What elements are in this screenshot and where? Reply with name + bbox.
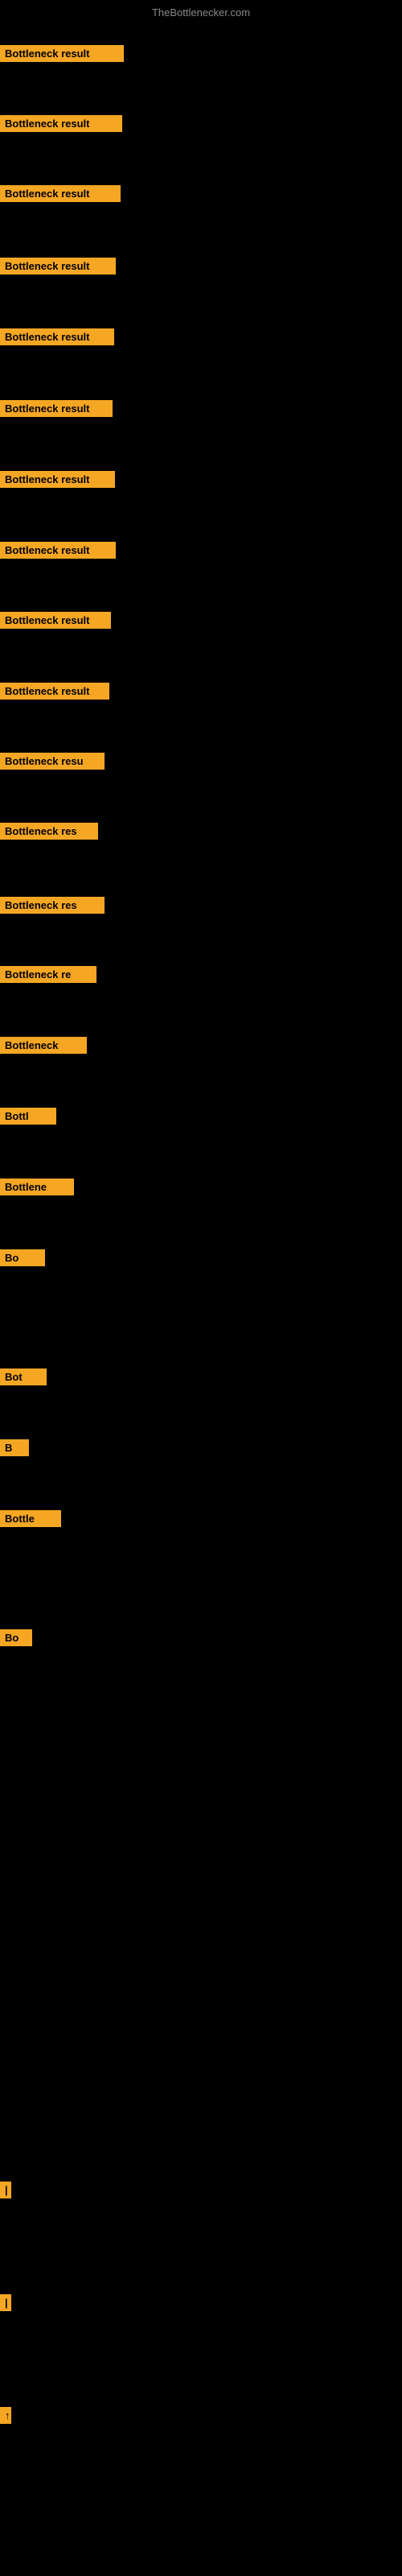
bottleneck-badge-3: Bottleneck result [0,185,121,202]
bottleneck-badge-22: Bo [0,1629,32,1646]
bottleneck-badge-14: Bottleneck re [0,966,96,983]
bottleneck-badge-11: Bottleneck resu [0,753,105,770]
bottleneck-badge-20: B [0,1439,29,1456]
bottleneck-badge-23: | [0,2182,11,2198]
bottleneck-badge-2: Bottleneck result [0,115,122,132]
bottleneck-badge-7: Bottleneck result [0,471,115,488]
bottleneck-badge-8: Bottleneck result [0,542,116,559]
bottleneck-badge-5: Bottleneck result [0,328,114,345]
bottleneck-badge-17: Bottlene [0,1179,74,1195]
bottleneck-badge-24: | [0,2294,11,2311]
bottleneck-badge-4: Bottleneck result [0,258,116,275]
bottleneck-badge-16: Bottl [0,1108,56,1125]
bottleneck-badge-15: Bottleneck [0,1037,87,1054]
bottleneck-badge-21: Bottle [0,1510,61,1527]
site-title: TheBottlenecker.com [152,6,250,19]
bottleneck-badge-12: Bottleneck res [0,823,98,840]
bottleneck-badge-10: Bottleneck result [0,683,109,700]
bottleneck-badge-13: Bottleneck res [0,897,105,914]
bottleneck-badge-19: Bot [0,1368,47,1385]
bottleneck-badge-9: Bottleneck result [0,612,111,629]
bottleneck-badge-6: Bottleneck result [0,400,113,417]
bottleneck-badge-25: ↑ [0,2407,11,2424]
bottleneck-badge-18: Bo [0,1249,45,1266]
bottleneck-badge-1: Bottleneck result [0,45,124,62]
